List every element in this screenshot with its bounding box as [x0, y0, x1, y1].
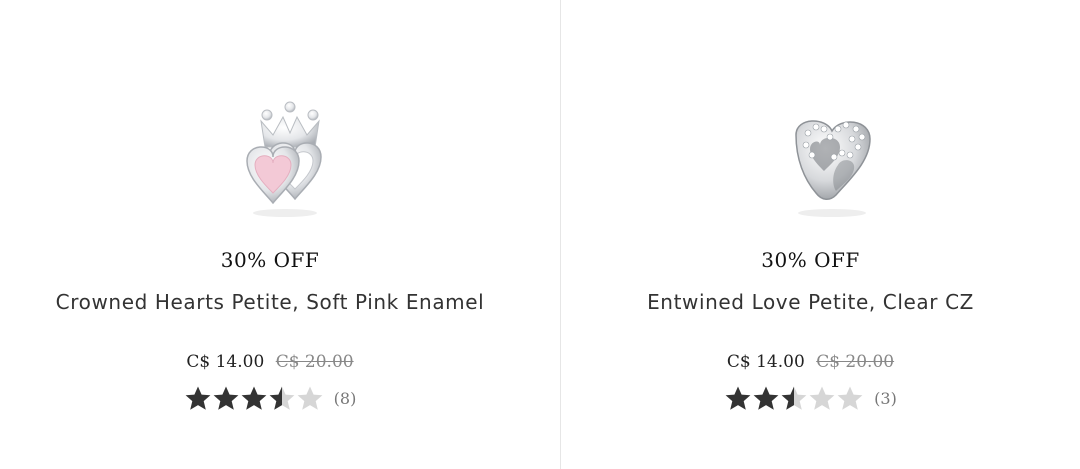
- sale-price: C$ 14.00: [726, 352, 805, 372]
- sale-price: C$ 14.00: [186, 352, 265, 372]
- discount-label: 30% OFF: [220, 248, 320, 272]
- rating-row[interactable]: (8): [0, 385, 560, 411]
- star-filled-icon: [241, 386, 267, 410]
- star-empty-icon: [297, 386, 323, 410]
- original-price: C$ 20.00: [275, 352, 354, 372]
- star-filled-icon: [213, 386, 239, 410]
- review-count[interactable]: (3): [874, 389, 897, 408]
- product-card[interactable]: 30% OFF Crowned Hearts Petite, Soft Pink…: [0, 0, 560, 469]
- original-price: C$ 20.00: [816, 352, 895, 372]
- star-filled-icon: [185, 386, 211, 410]
- rating-row[interactable]: (3): [561, 385, 1080, 411]
- discount-label: 30% OFF: [761, 248, 860, 272]
- product-card[interactable]: 30% OFF Entwined Love Petite, Clear CZ C…: [560, 0, 1080, 469]
- product-title[interactable]: Crowned Hearts Petite, Soft Pink Enamel: [0, 290, 560, 314]
- review-count[interactable]: (8): [334, 389, 357, 408]
- star-filled-icon: [725, 386, 751, 410]
- product-grid: 30% OFF Crowned Hearts Petite, Soft Pink…: [0, 0, 1080, 469]
- price-row: C$ 14.00 C$ 20.00: [561, 352, 1080, 372]
- star-empty-icon: [837, 386, 863, 410]
- star-empty-icon: [809, 386, 835, 410]
- star-filled-icon: [753, 386, 779, 410]
- star-rating: [184, 385, 324, 411]
- entwined-love-charm-image[interactable]: [766, 95, 896, 225]
- star-half-icon: [781, 386, 807, 410]
- product-title[interactable]: Entwined Love Petite, Clear CZ: [561, 290, 1080, 314]
- crowned-hearts-charm-image[interactable]: [225, 95, 355, 225]
- star-rating: [724, 385, 864, 411]
- price-row: C$ 14.00 C$ 20.00: [0, 352, 560, 372]
- star-half-icon: [269, 386, 295, 410]
